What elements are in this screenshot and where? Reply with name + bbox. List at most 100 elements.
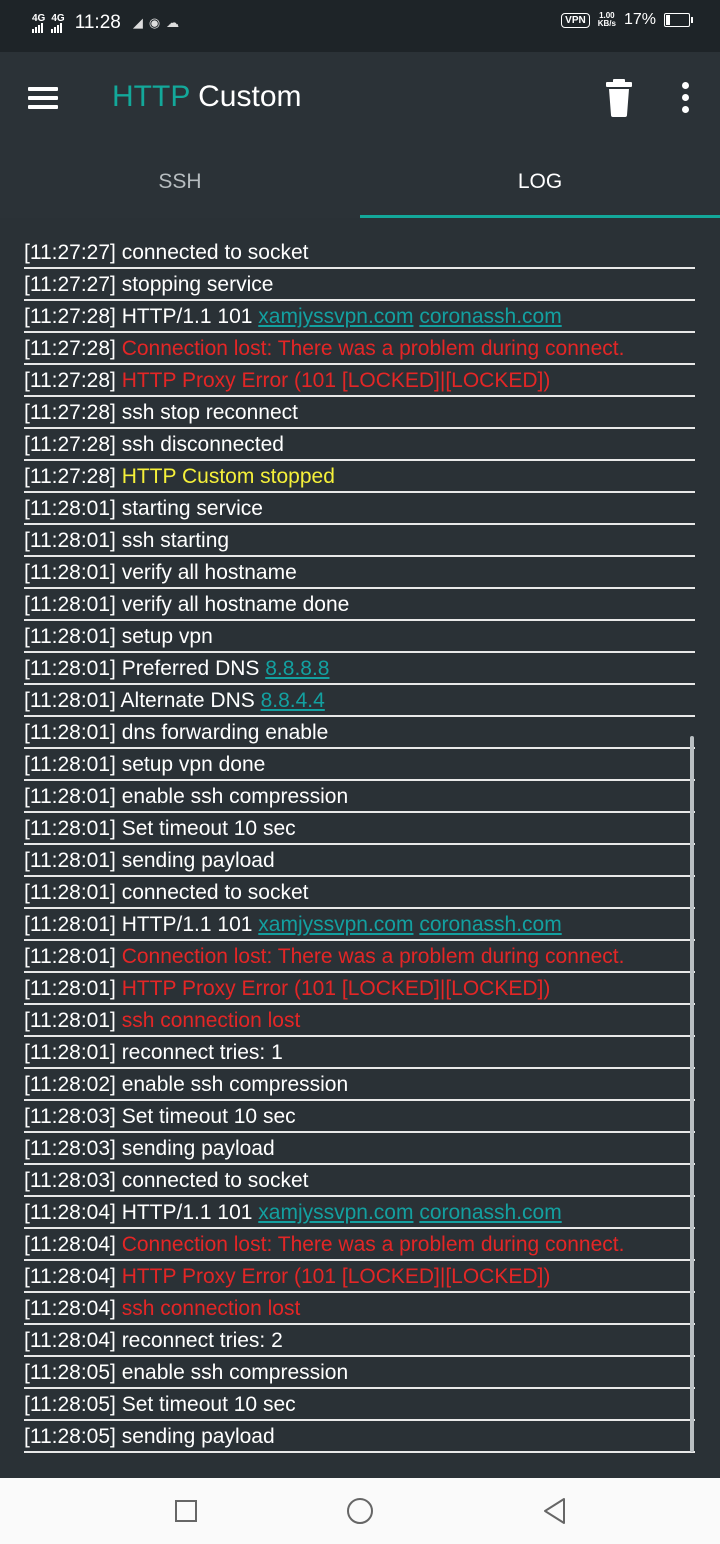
log-timestamp: [11:27:28] — [24, 337, 116, 360]
log-timestamp: [11:28:04] — [24, 1201, 116, 1224]
log-timestamp: [11:27:28] — [24, 305, 116, 328]
log-timestamp: [11:28:01] — [24, 753, 116, 776]
log-row: [11:28:05] Set timeout 10 sec — [24, 1390, 695, 1421]
log-timestamp: [11:28:01] — [24, 977, 116, 1000]
log-message: ssh stop reconnect — [115, 401, 298, 424]
vpn-badge: VPN — [561, 12, 590, 28]
log-message: reconnect tries: 2 — [115, 1329, 283, 1352]
log-row: [11:28:01] dns forwarding enable — [24, 718, 695, 749]
log-timestamp: [11:28:05] — [24, 1393, 116, 1416]
tab-log[interactable]: LOG — [360, 156, 720, 218]
log-message: HTTP/1.1 101 — [115, 305, 259, 328]
scrollbar[interactable] — [690, 736, 694, 1452]
log-row: [11:27:28] HTTP Proxy Error (101 [LOCKED… — [24, 366, 695, 397]
log-row: [11:28:01] verify all hostname — [24, 558, 695, 589]
log-row: [11:28:03] Set timeout 10 sec — [24, 1102, 695, 1133]
log-timestamp: [11:28:01] — [24, 593, 116, 616]
log-timestamp: [11:28:04] — [24, 1233, 116, 1256]
log-timestamp: [11:28:04] — [24, 1297, 116, 1320]
log-row: [11:28:01] HTTP/1.1 101 xamjyssvpn.com c… — [24, 910, 695, 941]
log-row: [11:28:04] HTTP Proxy Error (101 [LOCKED… — [24, 1262, 695, 1293]
log-timestamp: [11:27:27] — [24, 273, 116, 296]
data-signal-icon: ◢ — [132, 15, 143, 30]
log-message: connected to socket — [115, 1169, 309, 1192]
log-row: [11:28:01] Preferred DNS 8.8.8.8 — [24, 654, 695, 685]
log-timestamp: [11:28:05] — [24, 1361, 116, 1384]
log-message: HTTP/1.1 101 — [115, 1201, 259, 1224]
log-timestamp: [11:28:01] — [24, 721, 116, 744]
recents-square-icon[interactable] — [171, 1496, 201, 1526]
log-row: [11:28:01] sending payload — [24, 846, 695, 877]
log-timestamp: [11:27:28] — [24, 465, 116, 488]
log-list[interactable]: [11:27:27] connected to socket [11:27:27]… — [24, 238, 695, 1454]
log-message: HTTP Proxy Error (101 [LOCKED]|[LOCKED]) — [115, 369, 551, 392]
chrome-icon: ◉ — [148, 15, 161, 30]
log-timestamp: [11:28:01] — [24, 561, 116, 584]
log-message: ssh disconnected — [115, 433, 284, 456]
status-right: VPN 1.00 KB/s 17% — [561, 11, 693, 29]
log-message: HTTP/1.1 101 — [115, 913, 259, 936]
log-timestamp: [11:28:01] — [24, 689, 116, 712]
signal-1-icon: 4G — [32, 13, 45, 33]
log-timestamp: [11:28:04] — [24, 1329, 116, 1352]
log-row: [11:28:04] ssh connection lost — [24, 1294, 695, 1325]
log-timestamp: [11:28:03] — [24, 1169, 116, 1192]
log-message: stopping service — [115, 273, 274, 296]
log-timestamp: [11:28:01] — [24, 529, 116, 552]
log-row: [11:28:01] Alternate DNS 8.8.4.4 — [24, 686, 695, 717]
log-link[interactable]: coronassh.com — [419, 305, 561, 328]
log-timestamp: [11:27:28] — [24, 433, 116, 456]
app-bar: HTTP Custom SSH LOG — [0, 52, 720, 218]
log-link[interactable]: coronassh.com — [419, 913, 561, 936]
log-timestamp: [11:28:01] — [24, 497, 116, 520]
log-row: [11:28:01] setup vpn done — [24, 750, 695, 781]
tab-ssh[interactable]: SSH — [0, 156, 360, 218]
log-row: [11:27:28] Connection lost: There was a … — [24, 334, 695, 365]
home-circle-icon[interactable] — [344, 1496, 374, 1526]
log-message: dns forwarding enable — [115, 721, 329, 744]
log-message: Preferred DNS — [115, 657, 266, 680]
app-title-rest: Custom — [198, 80, 302, 113]
log-message: Connection lost: There was a problem dur… — [115, 1233, 625, 1256]
log-row: [11:28:04] reconnect tries: 2 — [24, 1326, 695, 1357]
log-link[interactable]: xamjyssvpn.com — [258, 1201, 413, 1224]
log-row: [11:28:04] HTTP/1.1 101 xamjyssvpn.com c… — [24, 1198, 695, 1229]
back-triangle-icon[interactable] — [540, 1496, 570, 1526]
log-timestamp: [11:28:01] — [24, 625, 116, 648]
log-row: [11:27:27] stopping service — [24, 270, 695, 301]
speed-unit: KB/s — [597, 19, 616, 28]
menu-icon[interactable] — [28, 87, 60, 109]
log-message: connected to socket — [115, 241, 309, 264]
log-row: [11:27:28] HTTP/1.1 101 xamjyssvpn.com c… — [24, 302, 695, 333]
more-vert-icon[interactable] — [672, 82, 698, 118]
log-link[interactable]: xamjyssvpn.com — [258, 305, 413, 328]
battery-percent: 17% — [623, 11, 656, 28]
log-row: [11:27:28] HTTP Custom stopped — [24, 462, 695, 493]
status-left: 4G 4G 11:28 ◢ ◉ ☁ — [32, 10, 179, 36]
log-message: ssh connection lost — [115, 1297, 301, 1320]
log-link[interactable]: xamjyssvpn.com — [258, 913, 413, 936]
log-row: [11:28:01] Connection lost: There was a … — [24, 942, 695, 973]
log-link[interactable]: coronassh.com — [419, 1201, 561, 1224]
log-timestamp: [11:28:03] — [24, 1105, 116, 1128]
log-message: ssh connection lost — [115, 1009, 301, 1032]
log-timestamp: [11:28:01] — [24, 881, 116, 904]
log-timestamp: [11:27:27] — [24, 241, 116, 264]
log-link[interactable]: 8.8.8.8 — [265, 657, 329, 680]
log-message: sending payload — [115, 1425, 275, 1448]
log-timestamp: [11:28:03] — [24, 1137, 116, 1160]
log-message: setup vpn — [115, 625, 213, 648]
signal-2-icon: 4G — [51, 13, 65, 33]
log-message: Set timeout 10 sec — [115, 817, 296, 840]
log-row: [11:28:05] enable ssh compression — [24, 1358, 695, 1389]
trash-icon[interactable] — [602, 78, 636, 118]
log-row: [11:27:28] ssh stop reconnect — [24, 398, 695, 429]
log-timestamp: [11:28:01] — [24, 913, 116, 936]
log-message: ssh starting — [115, 529, 230, 552]
log-message: HTTP Proxy Error (101 [LOCKED]|[LOCKED]) — [115, 977, 551, 1000]
log-row: [11:28:01] setup vpn — [24, 622, 695, 653]
status-bar: 4G 4G 11:28 ◢ ◉ ☁ VPN 1.00 KB/s 17% — [0, 0, 720, 52]
log-link[interactable]: 8.8.4.4 — [261, 689, 325, 712]
log-row: [11:28:03] sending payload — [24, 1134, 695, 1165]
app-title: HTTP Custom — [112, 80, 302, 114]
